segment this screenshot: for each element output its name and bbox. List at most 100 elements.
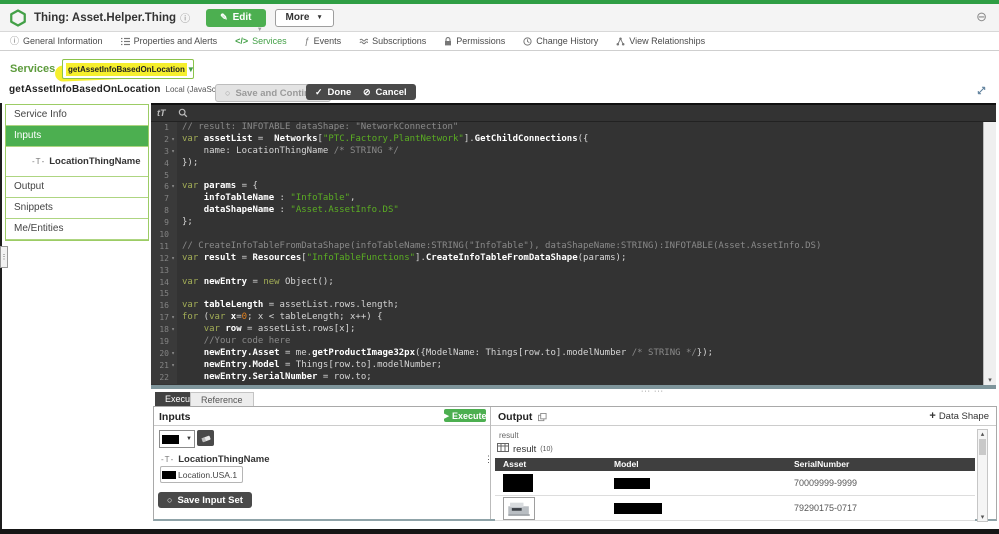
- tab-permissions[interactable]: Permissions: [444, 36, 505, 46]
- line-number-gutter: 10: [151, 229, 177, 241]
- scroll-up-icon[interactable]: ▴: [978, 430, 987, 438]
- code-text: [177, 288, 182, 300]
- done-button[interactable]: ✓ Done: [306, 84, 360, 100]
- execute-output-panel: ⋮ Inputs ▶ Execute ▼ T LocationThingName…: [153, 406, 997, 521]
- line-number-gutter: 3▾: [151, 146, 177, 158]
- search-icon[interactable]: [178, 108, 188, 118]
- check-icon: ✓: [315, 87, 323, 98]
- sidebar-item-service-info[interactable]: Service Info: [6, 105, 148, 126]
- line-number-gutter: 16: [151, 300, 177, 312]
- line-number: 20: [159, 348, 169, 360]
- more-button-label: More: [286, 12, 310, 23]
- page-title: Thing: Asset.Helper.Thing: [34, 12, 176, 24]
- code-text: [177, 265, 182, 277]
- fold-arrow-icon[interactable]: ▾: [169, 312, 177, 324]
- more-button[interactable]: More ▼: [275, 9, 334, 27]
- scroll-down-icon[interactable]: ▾: [984, 376, 996, 384]
- line-number-gutter: 13: [151, 265, 177, 277]
- sidebar-item-inputs[interactable]: Inputs: [6, 126, 148, 147]
- cancel-button[interactable]: ⊘ Cancel: [354, 84, 416, 100]
- sidebar-item-me-entities[interactable]: Me/Entities: [6, 219, 148, 240]
- active-tab-caret-icon: ▼: [257, 27, 263, 33]
- services-dropdown[interactable]: getAssetInfoBasedOnLocation ▼: [62, 59, 194, 79]
- model-cell: [614, 471, 650, 495]
- tab-change-history[interactable]: Change History: [523, 36, 598, 46]
- collapse-header-icon[interactable]: ⊖: [976, 9, 987, 25]
- save-input-set-button[interactable]: ○ Save Input Set: [158, 492, 252, 508]
- redacted-model: [614, 478, 650, 489]
- line-number: 13: [159, 265, 169, 277]
- cancel-label: Cancel: [376, 87, 407, 98]
- list-icon: [121, 37, 130, 46]
- code-text: var row = assetList.rows[x];: [177, 324, 355, 336]
- expand-editor-icon[interactable]: [976, 85, 987, 96]
- splitter-handle-icon[interactable]: ⋮: [484, 455, 493, 465]
- sidebar-param-locationthingname[interactable]: TLocationThingName: [6, 147, 148, 177]
- sidebar-item-output[interactable]: Output: [6, 177, 148, 198]
- copy-icon[interactable]: [538, 413, 547, 422]
- code-line: 19 //Your code here: [151, 336, 984, 348]
- clear-inputs-button[interactable]: [197, 430, 214, 446]
- resize-handle-icon[interactable]: ··· ···: [641, 388, 664, 395]
- code-text: // result: INFOTABLE dataShape: "Network…: [177, 122, 458, 134]
- editor-bottom-splitter[interactable]: [151, 385, 996, 389]
- fold-arrow-icon[interactable]: ▾: [169, 324, 177, 336]
- tab-services[interactable]: ▼</>Services: [235, 36, 287, 46]
- info-icon: ⓘ: [10, 37, 19, 46]
- parameter-input[interactable]: Location.USA.1: [160, 466, 243, 483]
- line-number-gutter: 20▾: [151, 348, 177, 360]
- table-row: 79290175-0717: [495, 496, 975, 521]
- line-number: 15: [159, 288, 169, 300]
- line-number: 14: [159, 277, 169, 289]
- line-number: 5: [164, 170, 169, 182]
- fold-arrow-icon[interactable]: ▾: [169, 360, 177, 372]
- input-set-dropdown[interactable]: ▼: [159, 430, 195, 448]
- tab-reference[interactable]: Reference: [190, 392, 254, 406]
- tab-general-information[interactable]: ⓘGeneral Information: [10, 36, 103, 46]
- scroll-down-icon[interactable]: ▾: [978, 513, 987, 521]
- waves-icon: [359, 37, 368, 45]
- fold-arrow-icon[interactable]: ▾: [169, 134, 177, 146]
- code-line: 7 infoTableName : "InfoTable",: [151, 193, 984, 205]
- tab-label: Permissions: [456, 36, 505, 46]
- tab-events[interactable]: ƒEvents: [305, 36, 342, 46]
- fold-arrow-icon[interactable]: ▾: [169, 146, 177, 158]
- asset-cell: [503, 496, 535, 520]
- sidebar-item-snippets[interactable]: Snippets: [6, 198, 148, 219]
- code-line: 4});: [151, 158, 984, 170]
- left-panel-splitter-handle[interactable]: ⋮: [0, 246, 8, 268]
- service-sidebar: Service InfoInputsTLocationThingNameOutp…: [5, 104, 149, 241]
- save-input-set-label: Save Input Set: [177, 495, 242, 506]
- line-number: 8: [164, 205, 169, 217]
- code-line: 14var newEntry = new Object();: [151, 277, 984, 289]
- tab-subscriptions[interactable]: Subscriptions: [359, 36, 426, 46]
- service-name: getAssetInfoBasedOnLocation: [9, 84, 161, 95]
- fold-arrow-icon[interactable]: ▾: [169, 181, 177, 193]
- fold-arrow-icon[interactable]: ▾: [169, 348, 177, 360]
- result-table-scrollbar[interactable]: ▴ ▾: [977, 429, 988, 522]
- circle-icon: ○: [167, 495, 172, 505]
- tab-label: Services: [252, 36, 287, 46]
- tab-properties-and-alerts[interactable]: Properties and Alerts: [121, 36, 218, 46]
- code-area[interactable]: 1 // result: INFOTABLE dataShape: "Networ…: [151, 122, 984, 385]
- info-icon[interactable]: ⓘ: [180, 10, 190, 25]
- result-table-header: AssetModelSerialNumber: [495, 458, 975, 471]
- line-number: 1: [164, 122, 169, 134]
- line-number-gutter: 7: [151, 193, 177, 205]
- edit-button[interactable]: ✎ Edit: [206, 9, 265, 27]
- line-number-gutter: 11: [151, 241, 177, 253]
- code-text: newEntry.Model = Things[row.to].modelNum…: [177, 360, 442, 372]
- editor-vertical-scrollbar[interactable]: ▾: [983, 122, 996, 385]
- scrollbar-thumb[interactable]: [979, 439, 986, 455]
- code-text: [177, 229, 182, 241]
- data-shape-link[interactable]: + Data Shape: [929, 410, 989, 422]
- execute-button[interactable]: ▶ Execute: [444, 409, 486, 422]
- line-number: 22: [159, 372, 169, 384]
- line-number: 19: [159, 336, 169, 348]
- tab-view-relationships[interactable]: View Relationships: [616, 36, 705, 46]
- play-icon: ▶: [444, 412, 449, 420]
- font-size-icon[interactable]: tT: [157, 108, 166, 118]
- fold-arrow-icon[interactable]: ▾: [169, 253, 177, 265]
- plus-icon: +: [929, 410, 935, 422]
- chevron-down-icon: ▼: [187, 65, 195, 74]
